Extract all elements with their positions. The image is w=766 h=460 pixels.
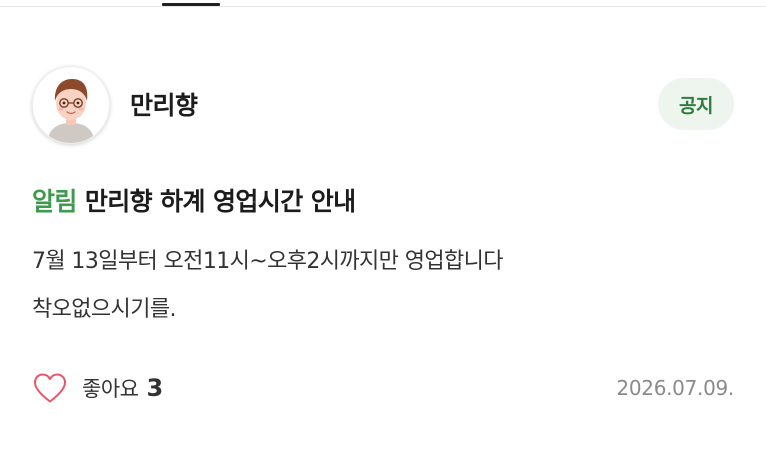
notice-badge: 공지 [658, 78, 734, 130]
body-line: 7월 13일부터 오전11시~오후2시까지만 영업합니다 [32, 249, 504, 274]
post-date: 2026.07.09. [616, 376, 734, 400]
like-count: 3 [146, 374, 164, 402]
active-tab-indicator [162, 3, 220, 6]
author-name[interactable]: 만리향 [130, 86, 198, 122]
body-line: 착오없으시기를. [32, 297, 176, 322]
post-header: 만리향 공지 [32, 66, 734, 144]
title-tag: 알림 [32, 187, 77, 216]
profile-avatar-icon[interactable] [32, 66, 110, 144]
title-text: 만리향 하계 영업시간 안내 [84, 187, 356, 216]
heart-outline-icon[interactable] [32, 372, 68, 404]
like-button[interactable]: 좋아요 3 [32, 370, 163, 406]
post-body: 7월 13일부터 오전11시~오후2시까지만 영업합니다 착오없으시기를. [32, 238, 732, 334]
like-label[interactable]: 좋아요 [82, 373, 139, 403]
top-divider [0, 6, 766, 7]
post-title: 알림 만리향 하계 영업시간 안내 [32, 182, 356, 218]
